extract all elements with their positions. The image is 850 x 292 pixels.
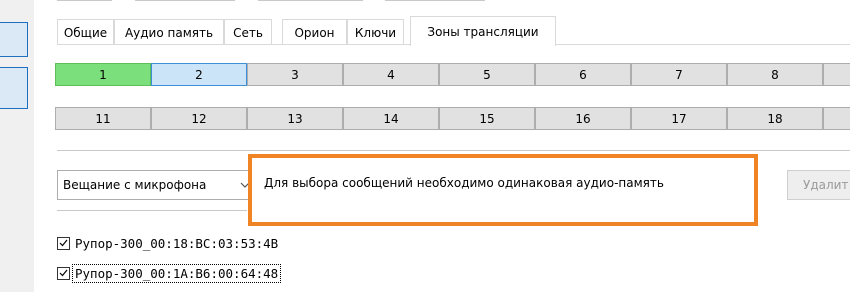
section-divider (57, 150, 850, 151)
left-panel-button-1[interactable] (0, 22, 28, 57)
tab-keys[interactable]: Ключи (347, 19, 404, 45)
checkbox-checked-icon[interactable] (57, 266, 70, 280)
list-divider (57, 210, 247, 211)
broadcast-mode-select[interactable]: Вещание с микрофона (57, 170, 257, 200)
zone-button-3[interactable]: 3 (247, 63, 343, 86)
zone-button-18[interactable]: 18 (727, 107, 823, 130)
top-divider (258, 0, 363, 1)
delete-button[interactable]: Удалит (787, 170, 850, 200)
tab-broadcast-zones[interactable]: Зоны трансляции (410, 16, 556, 46)
zone-button-1[interactable]: 1 (55, 63, 151, 86)
zone-button-9[interactable] (823, 63, 850, 86)
zone-button-15[interactable]: 15 (439, 107, 535, 130)
zone-button-12[interactable]: 12 (151, 107, 247, 130)
checkbox-checked-icon[interactable] (57, 236, 70, 250)
top-divider (385, 0, 485, 1)
zone-button-6[interactable]: 6 (535, 63, 631, 86)
zone-button-7[interactable]: 7 (631, 63, 727, 86)
zone-button-5[interactable]: 5 (439, 63, 535, 86)
zone-button-13[interactable]: 13 (247, 107, 343, 130)
zone-button-2[interactable]: 2 (151, 63, 247, 86)
zone-button-8[interactable]: 8 (727, 63, 823, 86)
left-panel-button-2[interactable] (0, 67, 28, 109)
tab-general[interactable]: Общие (57, 19, 114, 45)
zone-button-14[interactable]: 14 (343, 107, 439, 130)
top-divider (57, 0, 112, 1)
device-checkbox-item[interactable]: Рупор-300_00:1A:B6:00:64:48 (57, 263, 282, 283)
zone-button-16[interactable]: 16 (535, 107, 631, 130)
zone-button-17[interactable]: 17 (631, 107, 727, 130)
zone-button-11[interactable]: 11 (55, 107, 151, 130)
broadcast-mode-value: Вещание с микрофона (63, 178, 207, 192)
device-label: Рупор-300_00:1A:B6:00:64:48 (71, 263, 282, 283)
device-label: Рупор-300_00:18:BC:03:53:4B (75, 235, 279, 251)
tab-network[interactable]: Сеть (224, 19, 272, 45)
tab-audio-memory[interactable]: Аудио память (114, 19, 224, 45)
top-divider (135, 0, 235, 1)
audio-memory-message: Для выбора сообщений необходимо одинаков… (264, 176, 664, 190)
tab-strip: Общие Аудио память Сеть Орион Ключи Зоны… (57, 16, 850, 46)
zone-button-4[interactable]: 4 (343, 63, 439, 86)
tab-orion[interactable]: Орион (282, 19, 347, 45)
device-checkbox-item[interactable]: Рупор-300_00:18:BC:03:53:4B (57, 233, 280, 253)
zone-button-19[interactable] (823, 107, 850, 130)
